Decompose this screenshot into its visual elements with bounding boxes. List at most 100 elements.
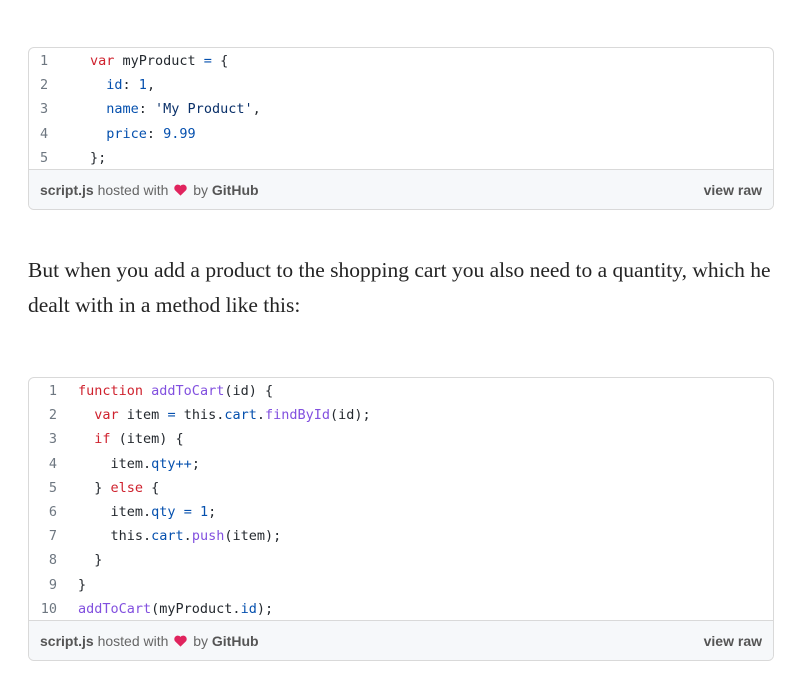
code-line: 4 price: 9.99 bbox=[29, 122, 773, 146]
code-line: 7 this.cart.push(item); bbox=[29, 524, 773, 548]
heart-icon bbox=[174, 635, 188, 647]
code-token: cart bbox=[151, 528, 184, 545]
code-token: { bbox=[143, 479, 160, 496]
code-token: qty bbox=[151, 503, 176, 520]
code-token: : bbox=[122, 77, 139, 94]
code-line: 5}; bbox=[29, 146, 773, 170]
code-token: else bbox=[110, 479, 144, 496]
line-number: 3 bbox=[48, 431, 57, 448]
line-content: this.cart.push(item); bbox=[78, 524, 282, 548]
gist-footer: script.js hosted with by GitHub view raw bbox=[29, 169, 773, 209]
code-token: addToCart bbox=[151, 383, 225, 399]
code-line: 6 item.qty = 1; bbox=[29, 500, 773, 524]
line-number: 1 bbox=[40, 53, 49, 69]
code-token: = bbox=[167, 407, 176, 424]
line-content: name: 'My Product', bbox=[90, 97, 261, 121]
code-token: } bbox=[78, 576, 87, 593]
code-token: : bbox=[146, 125, 164, 142]
line-number: 2 bbox=[40, 77, 49, 94]
code-line: 9} bbox=[29, 573, 773, 597]
by-text: by bbox=[193, 632, 208, 649]
code-token: (id) { bbox=[224, 383, 274, 399]
filename-link[interactable]: script.js bbox=[40, 633, 94, 649]
line-number: 5 bbox=[48, 479, 57, 496]
code-token: id bbox=[106, 77, 123, 94]
line-content: } else { bbox=[78, 476, 159, 500]
code-token: var bbox=[90, 53, 115, 69]
code-block: 1 function addToCart(id) {2 var item = th… bbox=[29, 378, 773, 621]
filename-link[interactable]: script.js bbox=[40, 182, 94, 198]
gist-embed-add-to-cart: 1 function addToCart(id) {2 var item = th… bbox=[28, 377, 774, 661]
view-raw-link[interactable]: view raw bbox=[704, 633, 762, 649]
code-line: 2 id: 1, bbox=[29, 73, 773, 97]
line-number: 4 bbox=[48, 455, 57, 472]
code-token: this. bbox=[78, 528, 152, 545]
code-token: ; bbox=[208, 503, 217, 520]
code-token: 'My Product' bbox=[155, 101, 253, 118]
line-number: 7 bbox=[48, 528, 57, 545]
gist-credit: script.js hosted with by GitHub bbox=[40, 182, 259, 198]
code-token: (item) { bbox=[110, 431, 184, 448]
code-token: , bbox=[146, 77, 156, 94]
code-token: cart bbox=[224, 407, 257, 424]
code-token: ; bbox=[191, 455, 200, 472]
line-content: price: 9.99 bbox=[90, 122, 196, 146]
code-token: (item); bbox=[224, 528, 282, 545]
gist-credit: script.js hosted with by GitHub bbox=[40, 633, 259, 649]
code-line: 10 addToCart(myProduct.id); bbox=[29, 597, 773, 621]
code-token: if bbox=[94, 431, 111, 448]
code-token: var bbox=[94, 407, 119, 424]
view-raw-link[interactable]: view raw bbox=[704, 182, 762, 198]
code-block: 1 var myProduct = {2 id: 1, 3 name: 'My Pr… bbox=[29, 48, 773, 170]
code-line: 1 var myProduct = { bbox=[29, 49, 773, 73]
code-token: myProduct bbox=[114, 53, 204, 69]
code-token: : bbox=[138, 101, 156, 118]
code-token: = bbox=[203, 53, 212, 69]
line-number: 5 bbox=[40, 149, 49, 166]
line-content: item.qty++; bbox=[78, 452, 200, 476]
code-line: 5 } else { bbox=[29, 476, 773, 500]
code-token: this. bbox=[175, 407, 225, 424]
line-number: 9 bbox=[48, 576, 57, 593]
line-content: } bbox=[78, 573, 86, 597]
code-token: . bbox=[256, 407, 266, 424]
code-token: (myProduct. bbox=[151, 600, 241, 617]
code-token: 9.99 bbox=[163, 125, 196, 142]
code-token: findById bbox=[265, 407, 331, 424]
line-number: 3 bbox=[40, 101, 49, 118]
code-token: push bbox=[191, 528, 225, 545]
code-line: 4 item.qty++; bbox=[29, 452, 773, 476]
code-token: = bbox=[183, 503, 192, 520]
code-token: ); bbox=[256, 600, 274, 617]
line-content: addToCart(myProduct.id); bbox=[78, 597, 273, 621]
code-token: id bbox=[240, 600, 257, 617]
line-content: } bbox=[78, 548, 102, 572]
code-token: } bbox=[78, 479, 111, 496]
github-link[interactable]: GitHub bbox=[212, 633, 259, 649]
code-token: qty bbox=[151, 455, 176, 472]
code-token: name bbox=[106, 101, 139, 118]
line-number: 1 bbox=[48, 383, 57, 399]
code-token: } bbox=[78, 552, 103, 569]
code-token: addToCart bbox=[78, 600, 152, 617]
code-token: , bbox=[252, 101, 261, 118]
code-token: function bbox=[78, 383, 144, 399]
heart-icon bbox=[174, 184, 188, 196]
line-content: var myProduct = { bbox=[90, 49, 228, 73]
line-number: 4 bbox=[40, 125, 49, 142]
article-paragraph: But when you add a product to the shoppi… bbox=[28, 258, 771, 317]
code-token: 1 bbox=[199, 503, 209, 520]
github-link[interactable]: GitHub bbox=[212, 182, 259, 198]
by-text: by bbox=[193, 181, 208, 198]
code-token: . bbox=[183, 528, 192, 545]
line-number: 8 bbox=[48, 552, 57, 569]
code-token: ++ bbox=[175, 455, 192, 472]
